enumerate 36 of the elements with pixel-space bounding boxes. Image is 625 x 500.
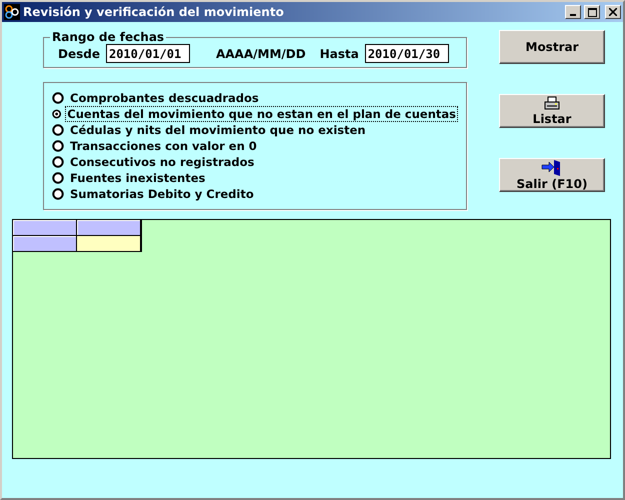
option-label[interactable]: Comprobantes descuadrados [68,90,261,106]
print-button[interactable]: Listar [499,94,605,128]
close-button[interactable] [605,5,621,19]
group-title: Rango de fechas [51,30,166,44]
radio-button[interactable] [52,92,64,104]
maximize-button[interactable] [584,5,600,19]
show-button[interactable]: Mostrar [499,30,605,64]
radio-button[interactable] [52,156,64,168]
grid-cell[interactable] [77,236,140,251]
option-label[interactable]: Sumatorias Debito y Credito [68,186,256,202]
minimize-button[interactable] [565,5,581,19]
option-label[interactable]: Cédulas y nits del movimiento que no existen [68,122,368,138]
app-icon [4,4,20,20]
close-icon [609,8,617,16]
to-date-field[interactable]: 2010/01/30 [364,44,449,63]
radio-button[interactable] [52,172,64,184]
radio-button[interactable] [52,108,62,120]
radio-button[interactable] [52,188,64,200]
field-label: Desde [58,46,100,60]
option-label[interactable]: Cuentas del movimiento que no estan en el plan de cuentas [65,106,458,122]
window-title: Revisión y verificación del movimiento [23,5,285,19]
radio-button[interactable] [52,140,64,152]
from-date-field[interactable]: 2010/01/01 [106,44,190,63]
format-hint: AAAA/MM/DD [216,46,306,60]
option-label[interactable]: Fuentes inexistentes [68,170,208,186]
maximize-icon [588,8,596,16]
exit-door-icon [541,159,563,177]
field-label: Hasta [320,46,359,60]
exit-button[interactable]: Salir (F10) [499,158,605,192]
radio-button[interactable] [52,124,64,136]
option-label[interactable]: Transacciones con valor en 0 [68,138,259,154]
grid-cell[interactable] [13,236,76,251]
printer-icon [543,96,561,112]
grid-cell[interactable] [77,220,140,235]
option-label[interactable]: Consecutivos no registrados [68,154,256,170]
grid-cell[interactable] [13,220,76,235]
